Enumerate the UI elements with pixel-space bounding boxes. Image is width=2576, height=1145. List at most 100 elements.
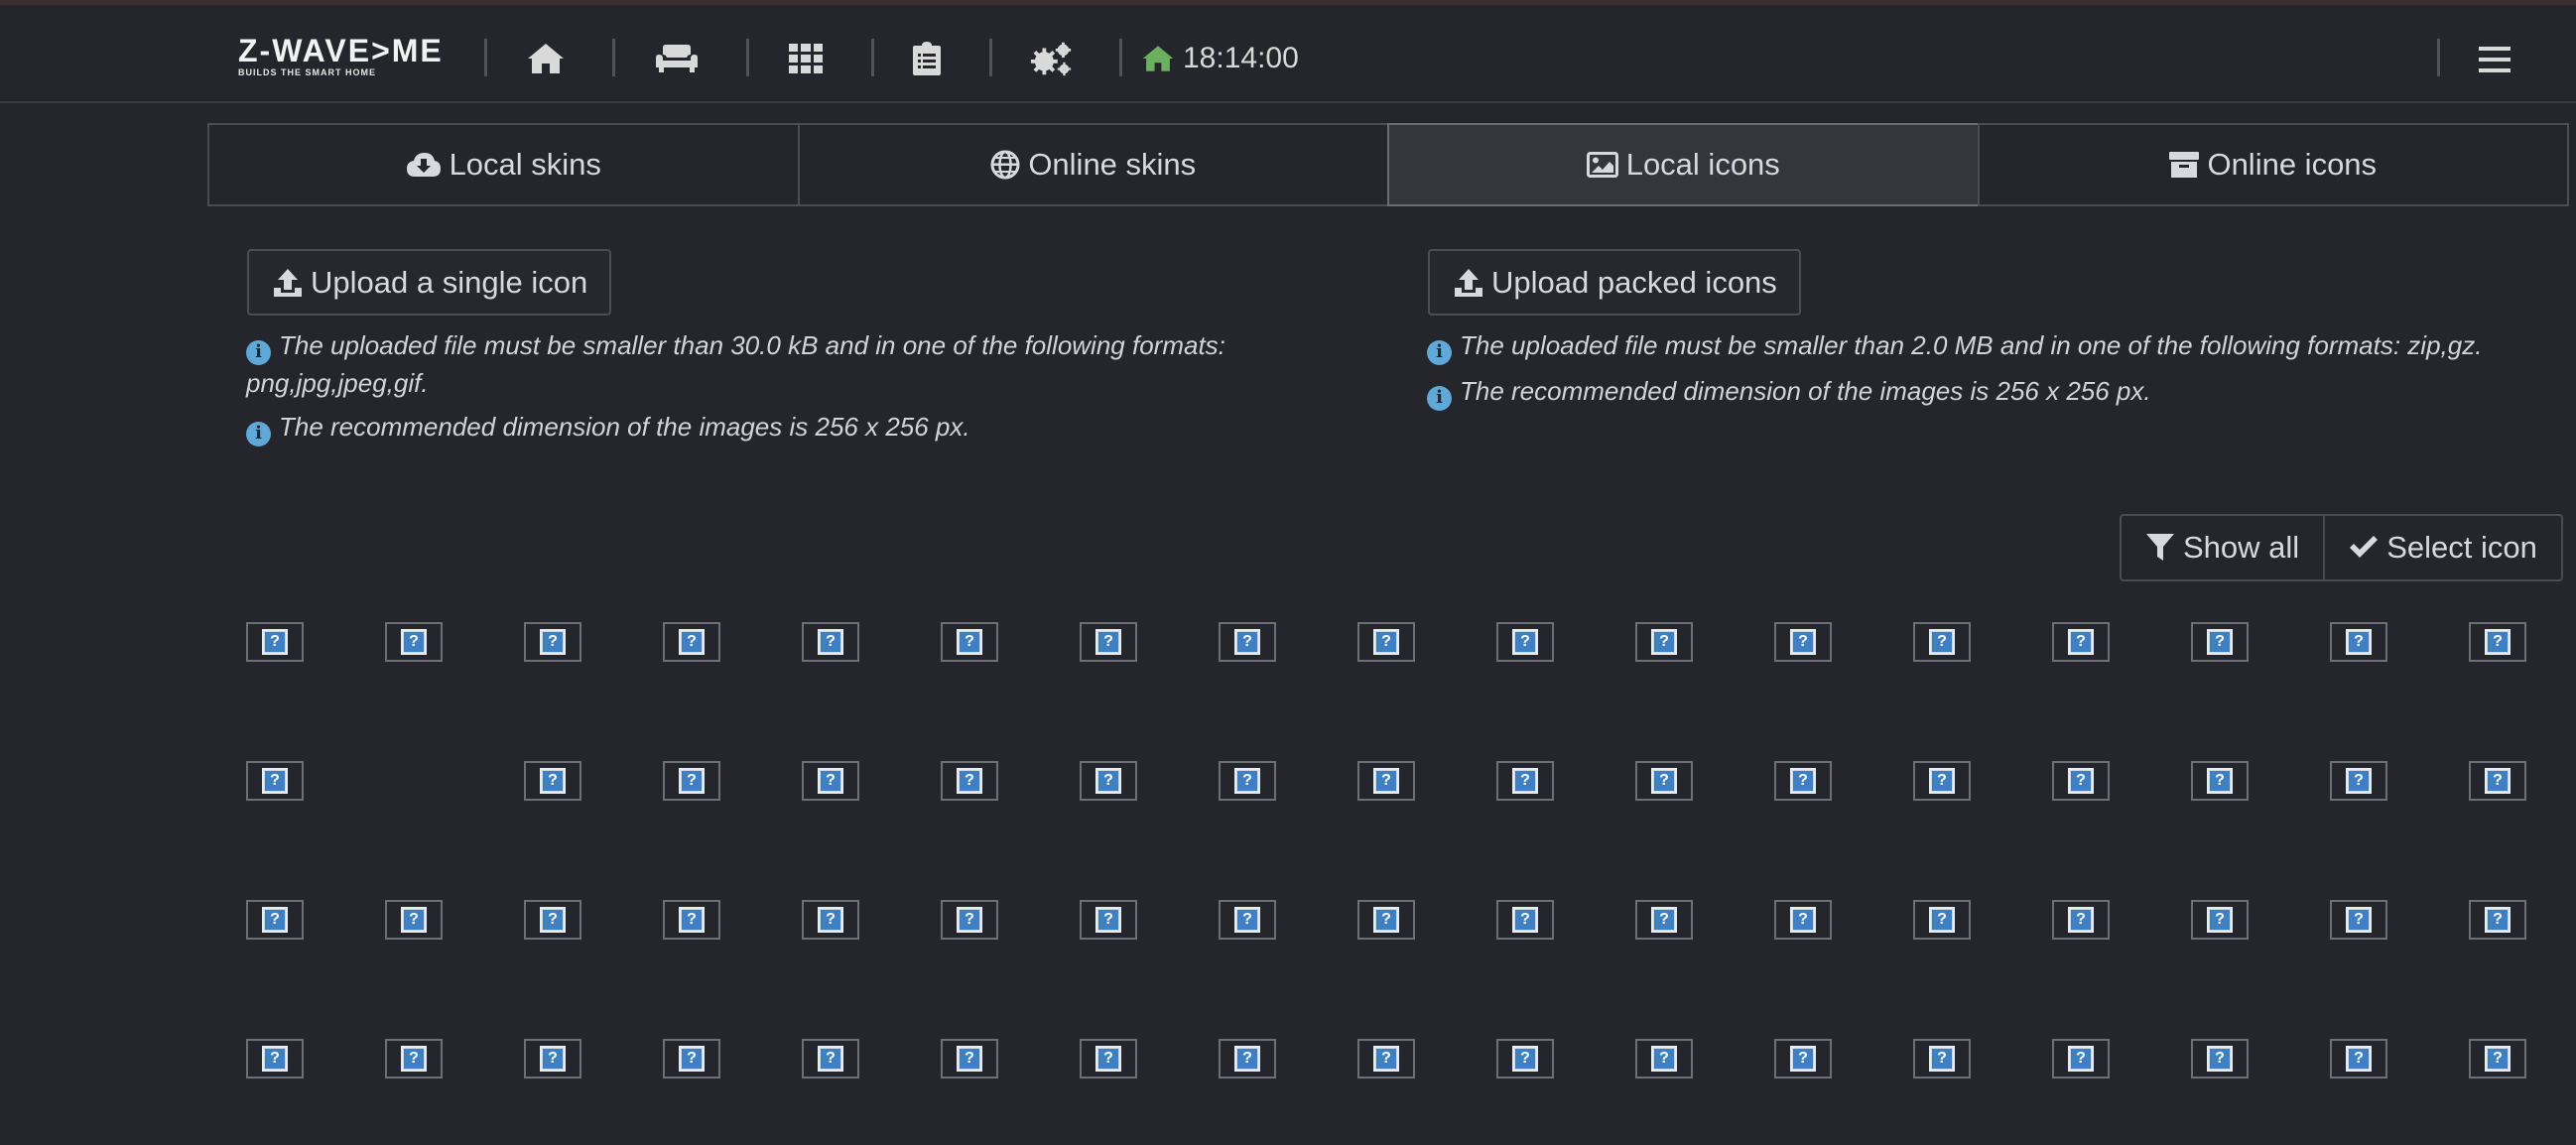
icon-thumbnail[interactable]: ? [1774, 761, 1832, 801]
icon-thumbnail[interactable]: ? [524, 622, 581, 662]
icon-thumbnail[interactable]: ? [1080, 761, 1137, 801]
icon-thumbnail[interactable]: ? [1913, 900, 1971, 940]
broken-image-icon: ? [1095, 768, 1121, 794]
icon-thumbnail[interactable]: ? [385, 900, 443, 940]
icon-thumbnail[interactable]: ? [1774, 1039, 1832, 1079]
icon-thumbnail[interactable]: ? [2191, 622, 2249, 662]
icon-thumbnail[interactable]: ? [1635, 761, 1693, 801]
icon-thumbnail[interactable]: ? [802, 1039, 859, 1079]
tab-bar: Local skins Online skins Local icons Onl… [207, 123, 2569, 206]
icon-thumbnail[interactable]: ? [246, 900, 304, 940]
archive-icon [2169, 152, 2200, 178]
icon-thumbnail[interactable]: ? [1219, 1039, 1276, 1079]
icon-thumbnail[interactable]: ? [1774, 900, 1832, 940]
tab-online-skins[interactable]: Online skins [797, 123, 1389, 206]
broken-image-icon: ? [957, 1046, 982, 1072]
icon-thumbnail[interactable]: ? [2469, 622, 2526, 662]
broken-image-icon: ? [401, 629, 427, 655]
icon-thumbnail[interactable]: ? [663, 1039, 720, 1079]
icon-thumbnail[interactable]: ? [663, 761, 720, 801]
select-icon-button[interactable]: Select icon [2323, 514, 2563, 581]
icon-thumbnail[interactable]: ? [1635, 622, 1693, 662]
broken-image-icon: ? [262, 629, 288, 655]
icon-thumbnail[interactable]: ? [1357, 900, 1415, 940]
icon-thumbnail[interactable]: ? [802, 622, 859, 662]
icon-thumbnail[interactable]: ? [2330, 761, 2387, 801]
icon-thumbnail[interactable]: ? [1774, 622, 1832, 662]
clipboard-icon[interactable] [905, 37, 949, 80]
icon-thumbnail[interactable]: ? [663, 622, 720, 662]
broken-image-icon: ? [818, 907, 843, 933]
hamburger-menu-icon[interactable] [2471, 38, 2518, 81]
icon-thumbnail[interactable]: ? [385, 622, 443, 662]
icon-thumbnail[interactable]: ? [2469, 1039, 2526, 1079]
gears-icon[interactable] [1030, 37, 1074, 80]
icon-thumbnail[interactable]: ? [663, 900, 720, 940]
info-icon: i [1427, 339, 1452, 365]
broken-image-icon: ? [2068, 1046, 2094, 1072]
icon-toolbar: Show all Select icon [2120, 514, 2563, 581]
tab-local-skins[interactable]: Local skins [207, 123, 800, 206]
icon-thumbnail[interactable]: ? [524, 761, 581, 801]
icon-thumbnail[interactable]: ? [2469, 900, 2526, 940]
icon-thumbnail[interactable]: ? [2191, 761, 2249, 801]
icon-thumbnail[interactable]: ? [941, 1039, 998, 1079]
icon-thumbnail[interactable]: ? [1080, 1039, 1137, 1079]
icon-thumbnail[interactable]: ? [802, 900, 859, 940]
icon-thumbnail[interactable]: ? [524, 1039, 581, 1079]
icon-thumbnail[interactable]: ? [1635, 1039, 1693, 1079]
icon-thumbnail[interactable]: ? [1496, 622, 1554, 662]
icon-thumbnail[interactable]: ? [941, 622, 998, 662]
broken-image-icon: ? [1929, 768, 1955, 794]
grid-icon[interactable] [784, 37, 828, 80]
icon-thumbnail[interactable]: ? [246, 1039, 304, 1079]
icon-thumbnail[interactable]: ? [1913, 761, 1971, 801]
icon-thumbnail[interactable]: ? [941, 900, 998, 940]
icon-thumbnail[interactable]: ? [2191, 900, 2249, 940]
upload-packed-icons-button[interactable]: Upload packed icons [1428, 249, 1801, 316]
icon-thumbnail[interactable]: ? [1635, 900, 1693, 940]
icon-thumbnail[interactable]: ? [1496, 761, 1554, 801]
icon-thumbnail[interactable]: ? [1357, 622, 1415, 662]
icon-thumbnail[interactable]: ? [2052, 1039, 2110, 1079]
icon-thumbnail[interactable]: ? [2330, 1039, 2387, 1079]
tab-local-icons[interactable]: Local icons [1387, 123, 1980, 206]
icon-thumbnail[interactable]: ? [1496, 900, 1554, 940]
broken-image-icon: ? [2068, 629, 2094, 655]
icon-thumbnail[interactable]: ? [1219, 761, 1276, 801]
icon-thumbnail[interactable]: ? [941, 761, 998, 801]
icon-thumbnail[interactable]: ? [1080, 900, 1137, 940]
icon-thumbnail[interactable]: ? [246, 761, 304, 801]
icon-thumbnail[interactable]: ? [246, 622, 304, 662]
home-icon[interactable] [524, 37, 568, 80]
icon-thumbnail[interactable]: ? [1219, 900, 1276, 940]
nav-separator [989, 39, 992, 76]
sofa-icon[interactable] [655, 37, 699, 80]
icon-thumbnail[interactable]: ? [1219, 622, 1276, 662]
show-all-button[interactable]: Show all [2120, 514, 2326, 581]
icon-thumbnail[interactable]: ? [1357, 761, 1415, 801]
icon-thumbnail[interactable]: ? [2052, 900, 2110, 940]
upload-packed-label: Upload packed icons [1491, 264, 1777, 300]
icon-thumbnail[interactable]: ? [802, 761, 859, 801]
icon-thumbnail[interactable]: ? [1913, 622, 1971, 662]
broken-image-icon: ? [1373, 907, 1399, 933]
icon-thumbnail[interactable]: ? [2052, 761, 2110, 801]
icon-thumbnail[interactable]: ? [1357, 1039, 1415, 1079]
icon-thumbnail[interactable]: ? [1496, 1039, 1554, 1079]
icon-thumbnail[interactable]: ? [2052, 622, 2110, 662]
icon-thumbnail[interactable]: ? [524, 900, 581, 940]
icon-thumbnail[interactable]: ? [1080, 622, 1137, 662]
logo[interactable]: Z-WAVE>ME BUILDS THE SMART HOME [238, 35, 444, 84]
broken-image-icon: ? [2068, 768, 2094, 794]
tab-online-icons[interactable]: Online icons [1977, 123, 2569, 206]
upload-single-icon-button[interactable]: Upload a single icon [247, 249, 612, 316]
icon-thumbnail[interactable]: ? [385, 1039, 443, 1079]
icon-thumbnail[interactable]: ? [2191, 1039, 2249, 1079]
icon-thumbnail[interactable]: ? [1913, 1039, 1971, 1079]
broken-image-icon: ? [818, 629, 843, 655]
icon-thumbnail[interactable]: ? [2330, 622, 2387, 662]
broken-image-icon: ? [818, 768, 843, 794]
icon-thumbnail[interactable]: ? [2469, 761, 2526, 801]
icon-thumbnail[interactable]: ? [2330, 900, 2387, 940]
